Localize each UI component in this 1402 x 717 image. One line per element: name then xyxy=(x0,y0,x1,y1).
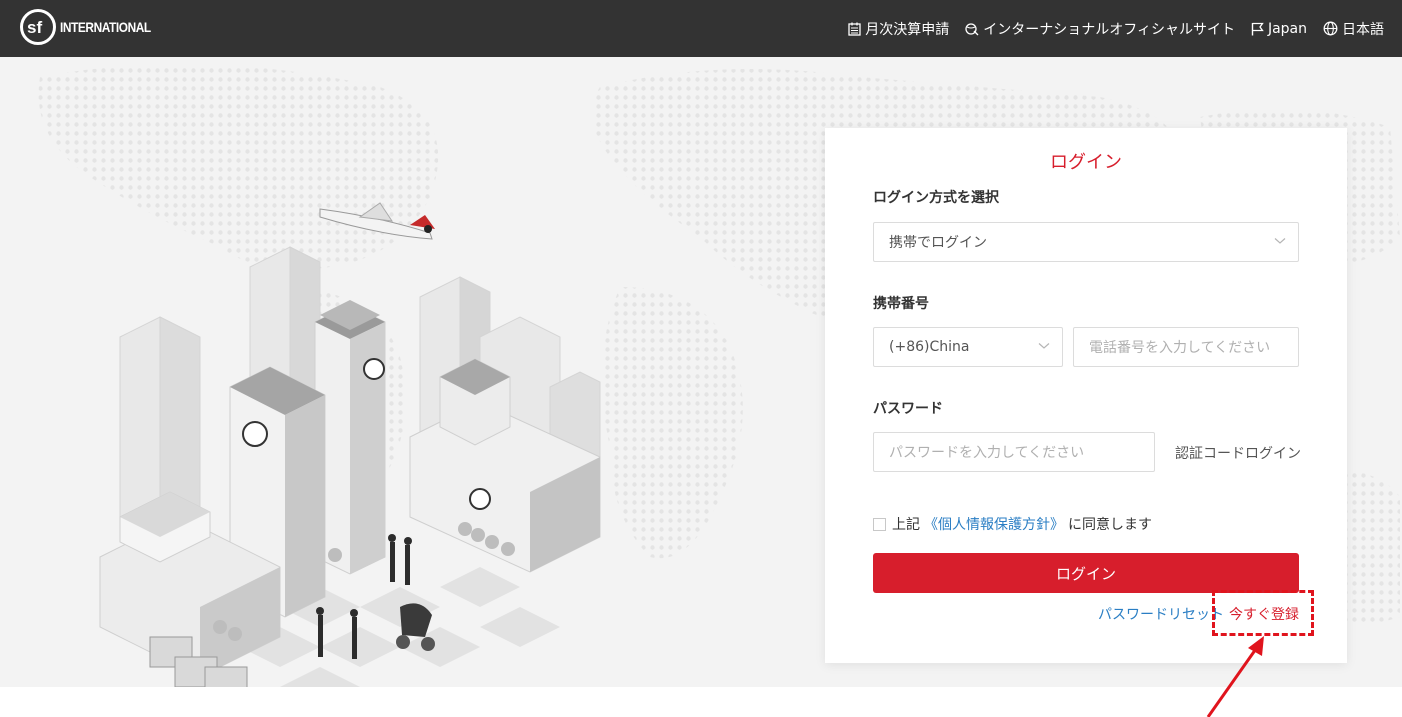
login-method-label: ログイン方式を選択 xyxy=(873,190,999,206)
calendar-icon xyxy=(848,22,861,36)
login-button[interactable]: ログイン xyxy=(873,553,1299,593)
privacy-agreement: 上記 《個人情報保護方針》 に同意します xyxy=(873,514,1152,534)
sf-international-logo[interactable]: sf INTERNATIONAL xyxy=(20,9,167,45)
password-input[interactable]: パスワードを入力してください xyxy=(873,432,1155,472)
password-reset-link[interactable]: パスワードリセット xyxy=(1098,604,1224,624)
nav-monthly-settlement[interactable]: 月次決算申請 xyxy=(848,19,949,39)
language-globe-icon xyxy=(1323,21,1338,36)
country-code-value: (+86)China xyxy=(889,339,970,355)
password-placeholder: パスワードを入力してください xyxy=(889,445,1085,461)
phone-placeholder: 電話番号を入力してください xyxy=(1089,340,1271,356)
password-label: パスワード xyxy=(873,401,943,417)
chevron-down-icon xyxy=(1038,343,1050,349)
login-method-value: 携帯でログイン xyxy=(889,235,987,251)
hero-background: ログイン ログイン方式を選択 携帯でログイン 携帯番号 (+86)China 電… xyxy=(0,57,1402,687)
airplane-graphic xyxy=(319,202,435,240)
chevron-down-icon xyxy=(1274,238,1286,244)
agree-checkbox[interactable] xyxy=(873,517,886,531)
nav-label: Japan xyxy=(1267,20,1307,37)
country-code-select[interactable]: (+86)China xyxy=(873,327,1063,367)
nav-official-site[interactable]: インターナショナルオフィシャルサイト xyxy=(965,19,1235,39)
logistics-city-illustration xyxy=(99,202,601,687)
privacy-policy-link[interactable]: 《個人情報保護方針》 xyxy=(924,514,1064,534)
verification-code-login-link[interactable]: 認証コードログイン xyxy=(1175,443,1301,463)
login-card: ログイン ログイン方式を選択 携帯でログイン 携帯番号 (+86)China 電… xyxy=(825,128,1347,663)
nav-label: 日本語 xyxy=(1342,21,1384,38)
agree-prefix: 上記 xyxy=(892,517,920,533)
sf-logo-icon: sf xyxy=(20,9,56,45)
nav-language[interactable]: 日本語 xyxy=(1323,19,1384,39)
phone-number-input[interactable]: 電話番号を入力してください xyxy=(1073,327,1299,367)
login-method-select[interactable]: 携帯でログイン xyxy=(873,222,1299,262)
logo-text: INTERNATIONAL xyxy=(60,19,151,35)
nav-region[interactable]: Japan xyxy=(1251,21,1307,37)
nav-label: 月次決算申請 xyxy=(865,21,950,38)
top-navigation-bar: sf INTERNATIONAL 月次決算申請 インターナショナルオフィシャルサ… xyxy=(0,0,1402,57)
login-title: ログイン xyxy=(1050,152,1122,173)
svg-text:sf: sf xyxy=(27,18,42,37)
agree-suffix: に同意します xyxy=(1068,517,1152,533)
annotation-arrow-icon xyxy=(1206,636,1264,717)
globe-link-icon xyxy=(965,22,979,35)
nav-label: インターナショナルオフィシャルサイト xyxy=(983,21,1235,38)
header-nav: 月次決算申請 インターナショナルオフィシャルサイト Japan 日本語 xyxy=(848,0,1384,57)
phone-label: 携帯番号 xyxy=(873,296,929,312)
flag-icon xyxy=(1251,22,1264,35)
